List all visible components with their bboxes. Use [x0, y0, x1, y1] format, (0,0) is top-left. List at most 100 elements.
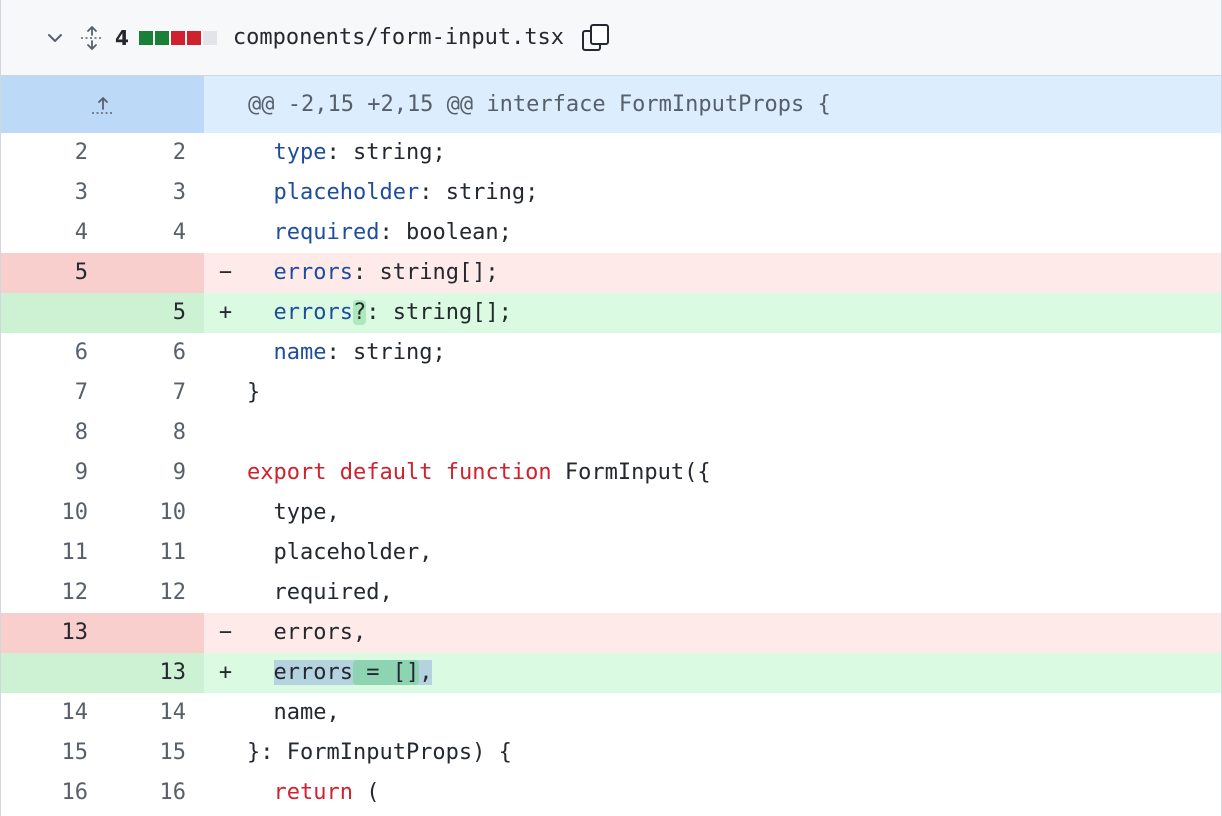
- diff-line: 6 6 name: string;: [1, 333, 1221, 373]
- diff-marker: −: [204, 613, 247, 653]
- diff-line: 16 16 return (: [1, 773, 1221, 813]
- new-line-number[interactable]: 12: [102, 573, 204, 613]
- new-line-number[interactable]: 9: [102, 453, 204, 493]
- expand-up-button[interactable]: [1, 76, 204, 133]
- code-text: return (: [273, 780, 380, 805]
- new-line-number[interactable]: 11: [102, 533, 204, 573]
- old-line-number[interactable]: 16: [1, 773, 102, 813]
- new-line-number[interactable]: 10: [102, 493, 204, 533]
- diff-marker: [204, 173, 247, 213]
- old-line-number[interactable]: 8: [1, 413, 102, 453]
- new-line-number[interactable]: 8: [102, 413, 204, 453]
- diff-line: 10 10 type,: [1, 493, 1221, 533]
- code-text: }: [247, 380, 261, 405]
- new-line-number[interactable]: 16: [102, 773, 204, 813]
- unfold-icon[interactable]: [79, 25, 105, 51]
- added-line: 5 + errors?: string[];: [1, 293, 1221, 333]
- diff-marker: [204, 693, 247, 733]
- code-text: required: boolean;: [273, 220, 512, 245]
- new-line-number[interactable]: [102, 613, 204, 653]
- new-line-number[interactable]: 3: [102, 173, 204, 213]
- file-path[interactable]: components/form-input.tsx: [233, 25, 564, 50]
- diff-marker: [204, 453, 247, 493]
- selected-text: errors = [],: [273, 660, 433, 685]
- old-line-number[interactable]: [1, 653, 102, 693]
- old-line-number[interactable]: 5: [1, 253, 102, 293]
- old-line-number[interactable]: 6: [1, 333, 102, 373]
- old-line-number[interactable]: 7: [1, 373, 102, 413]
- old-line-number[interactable]: 3: [1, 173, 102, 213]
- diff-line: 9 9 export default function FormInput({: [1, 453, 1221, 493]
- diff-line: 3 3 placeholder: string;: [1, 173, 1221, 213]
- code-text: }: FormInputProps) {: [247, 740, 512, 765]
- new-line-number[interactable]: [102, 253, 204, 293]
- new-line-number[interactable]: 2: [102, 133, 204, 173]
- diff-marker: +: [204, 293, 247, 333]
- old-line-number[interactable]: 4: [1, 213, 102, 253]
- diffstat-block: [202, 30, 217, 45]
- old-line-number[interactable]: 13: [1, 613, 102, 653]
- code-text: placeholder,: [247, 540, 433, 565]
- old-line-number[interactable]: 10: [1, 493, 102, 533]
- old-line-number[interactable]: 12: [1, 573, 102, 613]
- diff-line: 15 15 }: FormInputProps) {: [1, 733, 1221, 773]
- diff-marker: [204, 413, 247, 453]
- change-count: 4: [115, 25, 129, 50]
- code-text: name,: [247, 700, 340, 725]
- code-text: errors,: [247, 613, 1221, 653]
- diff-marker: [204, 213, 247, 253]
- deleted-line: 5 − errors: string[];: [1, 253, 1221, 293]
- added-line: 13 + errors = [],: [1, 653, 1221, 693]
- diffstat-bar: [138, 30, 217, 45]
- diff-marker: [204, 773, 247, 813]
- new-line-number[interactable]: 6: [102, 333, 204, 373]
- hunk-header: @@ -2,15 +2,15 @@ interface FormInputPro…: [1, 76, 1221, 133]
- diff-marker: −: [204, 253, 247, 293]
- diff-line: 2 2 type: string;: [1, 133, 1221, 173]
- diff-file: 4 components/form-input.tsx @@ -2,15 +2,…: [0, 0, 1222, 816]
- new-line-number[interactable]: 15: [102, 733, 204, 773]
- old-line-number[interactable]: 11: [1, 533, 102, 573]
- diff-line: 4 4 required: boolean;: [1, 213, 1221, 253]
- code-text: errors?: string[];: [247, 293, 1221, 333]
- code-text: export default function FormInput({: [247, 460, 711, 485]
- file-header: 4 components/form-input.tsx: [1, 0, 1221, 76]
- old-line-number[interactable]: 14: [1, 693, 102, 733]
- diff-marker: [204, 493, 247, 533]
- deleted-line: 13 − errors,: [1, 613, 1221, 653]
- code-text: type,: [247, 500, 340, 525]
- diff-marker: +: [204, 653, 247, 693]
- diff-line: 8 8: [1, 413, 1221, 453]
- hunk-header-text: @@ -2,15 +2,15 @@ interface FormInputPro…: [204, 76, 1221, 133]
- new-line-number[interactable]: 4: [102, 213, 204, 253]
- diff-line: 7 7 }: [1, 373, 1221, 413]
- diffstat-block: [170, 30, 185, 45]
- old-line-number[interactable]: 9: [1, 453, 102, 493]
- diff-line: 11 11 placeholder,: [1, 533, 1221, 573]
- new-line-number[interactable]: 5: [102, 293, 204, 333]
- diff-line: 12 12 required,: [1, 573, 1221, 613]
- diffstat-block: [154, 30, 169, 45]
- chevron-down-icon[interactable]: [45, 28, 65, 48]
- diffstat-block: [186, 30, 201, 45]
- new-line-number[interactable]: 7: [102, 373, 204, 413]
- code-text: required,: [247, 580, 393, 605]
- code-text: placeholder: string;: [273, 180, 539, 205]
- diff-line: 14 14 name,: [1, 693, 1221, 733]
- old-line-number[interactable]: 2: [1, 133, 102, 173]
- diff-marker: [204, 133, 247, 173]
- new-line-number[interactable]: 13: [102, 653, 204, 693]
- diffstat-block: [138, 30, 153, 45]
- diff-marker: [204, 533, 247, 573]
- copy-icon[interactable]: [580, 22, 612, 54]
- diff-marker: [204, 733, 247, 773]
- diff-marker: [204, 573, 247, 613]
- old-line-number[interactable]: 15: [1, 733, 102, 773]
- code-text: type: string;: [273, 140, 446, 165]
- new-line-number[interactable]: 14: [102, 693, 204, 733]
- code-text: errors = [],: [247, 653, 1221, 693]
- code-text: name: string;: [273, 340, 446, 365]
- diff-marker: [204, 333, 247, 373]
- old-line-number[interactable]: [1, 293, 102, 333]
